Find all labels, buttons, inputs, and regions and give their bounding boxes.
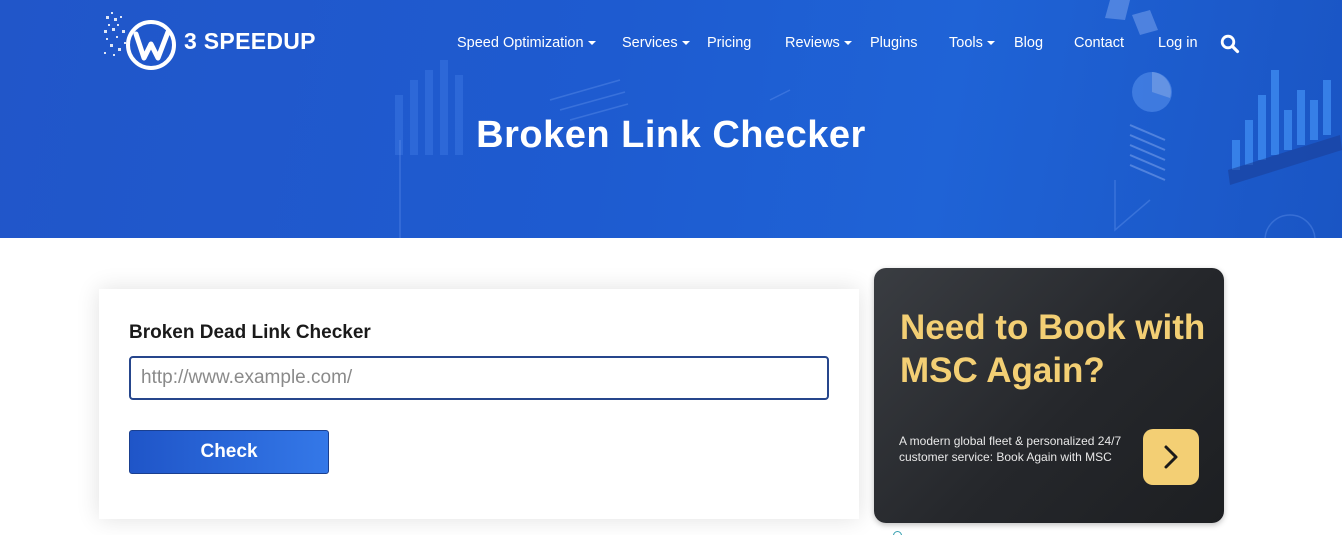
logo-w-icon — [104, 12, 176, 70]
nav-item-pricing[interactable]: Pricing — [707, 35, 785, 51]
check-button[interactable]: Check — [129, 430, 329, 474]
ad-headline: Need to Book with MSC Again? — [900, 308, 1206, 390]
chevron-right-icon — [1164, 445, 1178, 469]
url-input[interactable] — [129, 356, 829, 400]
chevron-down-icon — [986, 41, 995, 45]
msc-advertisement[interactable]: Need to Book with MSC Again? A modern gl… — [874, 268, 1224, 523]
nav-item-log-in[interactable]: Log in — [1158, 35, 1208, 51]
tool-heading: Broken Dead Link Checker — [129, 322, 371, 343]
ad-choices-icon[interactable] — [893, 531, 902, 535]
chevron-down-icon — [587, 41, 596, 45]
nav-item-speed-optimization[interactable]: Speed Optimization — [457, 35, 622, 51]
hero-header: 3 SPEEDUP Speed Optimization Services Pr… — [0, 0, 1342, 238]
nav-item-tools[interactable]: Tools — [949, 35, 1014, 51]
nav-item-contact[interactable]: Contact — [1074, 35, 1158, 51]
nav-item-services[interactable]: Services — [622, 35, 707, 51]
chevron-down-icon — [681, 41, 690, 45]
main-nav: Speed Optimization Services Pricing Revi… — [457, 31, 1208, 55]
nav-item-reviews[interactable]: Reviews — [785, 35, 870, 51]
page-title: Broken Link Checker — [476, 114, 866, 156]
brand-logo[interactable]: 3 SPEEDUP — [102, 8, 332, 74]
nav-item-blog[interactable]: Blog — [1014, 35, 1074, 51]
nav-item-plugins[interactable]: Plugins — [870, 35, 949, 51]
brand-name: 3 SPEEDUP — [184, 27, 316, 54]
chevron-down-icon — [843, 41, 852, 45]
ad-cta-button[interactable] — [1143, 429, 1199, 485]
ad-body-text: A modern global fleet & personalized 24/… — [899, 434, 1122, 464]
link-checker-card: Broken Dead Link Checker Check — [99, 289, 859, 519]
search-icon[interactable] — [1220, 34, 1240, 54]
